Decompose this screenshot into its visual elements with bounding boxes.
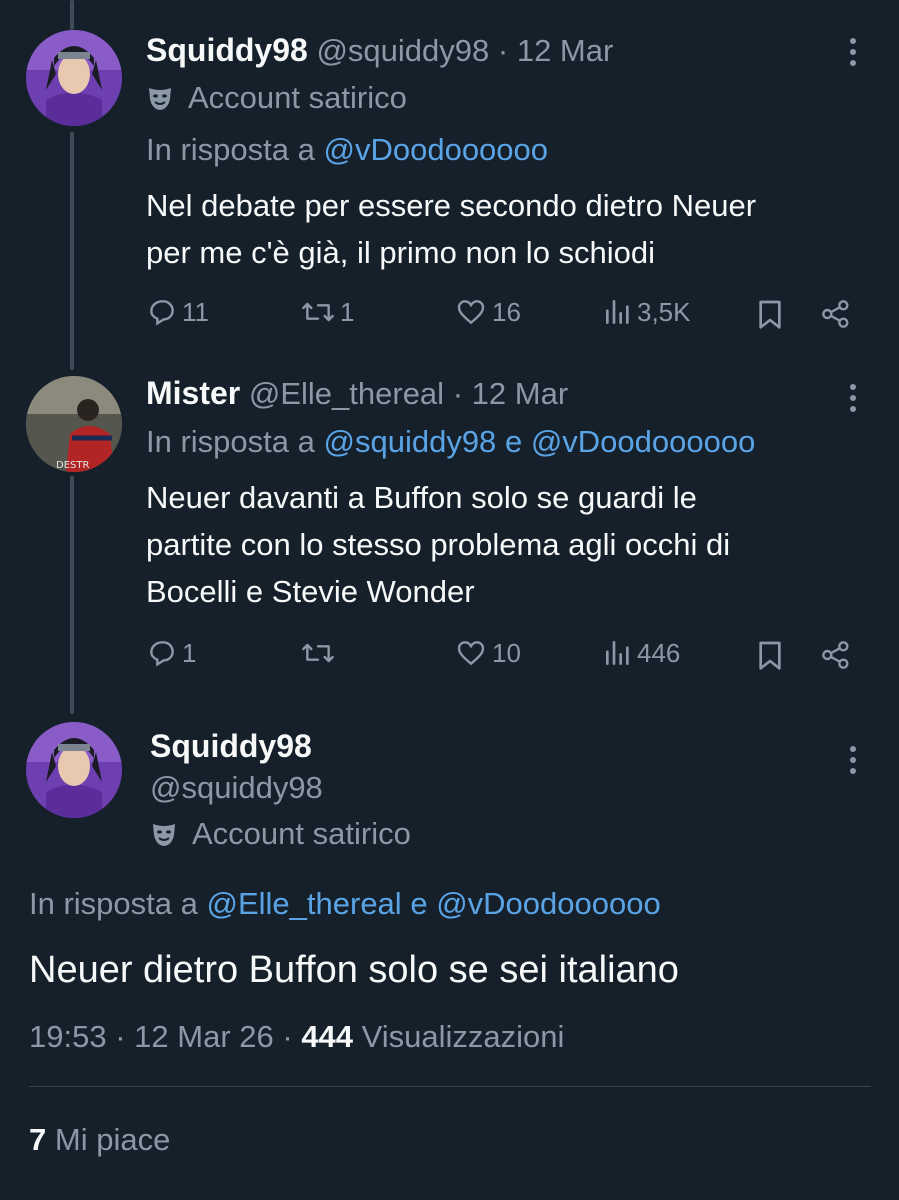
- tweet-1-retweet-button[interactable]: 1: [300, 296, 354, 328]
- avatar-jersey-text: DESTR: [56, 460, 89, 471]
- tweet-2-text-line: partite con lo stesso problema agli occh…: [146, 527, 731, 562]
- main-tweet-time[interactable]: 19:53: [29, 1019, 107, 1054]
- main-tweet-views-label: Visualizzazioni: [361, 1019, 565, 1054]
- tweet-1-date[interactable]: 12 Mar: [517, 33, 613, 68]
- tweet-2-retweet-button[interactable]: [300, 637, 340, 669]
- view-count: 3,5K: [637, 296, 691, 327]
- tweet-1-handle[interactable]: @squiddy98: [316, 33, 489, 68]
- like-count: 16: [492, 296, 521, 327]
- reply-prefix: In risposta a: [29, 886, 198, 921]
- likes-label: Mi piace: [54, 1122, 171, 1157]
- more-vertical-icon: [849, 38, 857, 66]
- tweet-2-like-button[interactable]: 10: [454, 637, 521, 669]
- thread-line-top: [70, 0, 74, 30]
- tweet-1-name[interactable]: Squiddy98: [146, 32, 308, 68]
- tweet-2-handle[interactable]: @Elle_thereal: [249, 376, 444, 411]
- main-tweet-reply-context: In risposta a @Elle_thereal e @vDoodoooo…: [29, 886, 661, 922]
- bookmark-icon: [759, 641, 781, 670]
- main-tweet-text: Neuer dietro Buffon solo se sei italiano: [29, 949, 679, 991]
- retweet-count: 1: [340, 296, 355, 327]
- heart-icon: [457, 641, 485, 666]
- reply-mention[interactable]: @vDoodoooooo: [531, 424, 756, 459]
- reply-and: e: [410, 886, 428, 921]
- theater-mask-icon: [149, 88, 171, 110]
- tweet-1-reply-context: In risposta a @vDoodoooooo: [146, 132, 548, 168]
- reply-prefix: In risposta a: [146, 424, 315, 459]
- avatar-mister[interactable]: DESTR: [26, 376, 122, 472]
- main-tweet-handle[interactable]: @squiddy98: [150, 770, 323, 806]
- reply-count: 11: [182, 296, 209, 327]
- tweet-2-more-button[interactable]: [849, 384, 857, 417]
- meta-sep: ·: [115, 1019, 126, 1054]
- tweet-2-bookmark-button[interactable]: [755, 639, 789, 671]
- likes-count: 7: [29, 1122, 47, 1157]
- theater-mask-icon: [153, 824, 175, 846]
- tweet-2-text-line: Neuer davanti a Buffon solo se guardi le: [146, 480, 697, 515]
- tweet-2-reply-context: In risposta a @squiddy98 e @vDoodoooooo: [146, 424, 755, 460]
- reply-icon: [150, 641, 174, 667]
- more-vertical-icon: [849, 384, 857, 412]
- reply-mention[interactable]: @squiddy98: [324, 424, 497, 459]
- more-vertical-icon: [849, 746, 857, 774]
- avatar-image: DESTR: [26, 376, 122, 472]
- avatar-squiddy98[interactable]: [26, 722, 122, 818]
- main-tweet-name[interactable]: Squiddy98: [150, 728, 312, 765]
- tweet-1-header: Squiddy98 @squiddy98 · 12 Mar: [146, 32, 613, 72]
- tweet-2-reply-button[interactable]: 1: [146, 637, 196, 669]
- main-tweet-badge-label: Account satirico: [192, 816, 411, 851]
- tweet-2-header: Mister @Elle_thereal · 12 Mar: [146, 375, 568, 412]
- like-count: 10: [492, 637, 521, 668]
- tweet-1-text-line: per me c'è già, il primo non lo schiodi: [146, 235, 656, 270]
- tweet-1-bookmark-button[interactable]: [755, 298, 789, 330]
- tweet-1-badge[interactable]: Account satirico: [146, 78, 407, 118]
- main-tweet-likes[interactable]: 7 Mi piace: [29, 1122, 170, 1158]
- tweet-1-badge-label: Account satirico: [188, 80, 407, 115]
- bookmark-icon: [759, 300, 781, 329]
- main-tweet-meta: 19:53 · 12 Mar 26 · 444 Visualizzazioni: [29, 1019, 564, 1055]
- tweet-1-text: Nel debate per essere secondo dietro Neu…: [146, 182, 756, 276]
- retweet-icon: [302, 302, 334, 322]
- reply-prefix: In risposta a: [146, 132, 315, 167]
- analytics-icon: [606, 300, 629, 324]
- retweet-icon: [302, 643, 334, 663]
- main-tweet-more-button[interactable]: [849, 746, 857, 779]
- tweet-1-text-line: Nel debate per essere secondo dietro Neu…: [146, 188, 757, 223]
- tweet-1-reply-button[interactable]: 11: [146, 296, 209, 328]
- reply-mention[interactable]: @vDoodoooooo: [436, 886, 661, 921]
- avatar-image: [26, 30, 122, 126]
- analytics-icon: [606, 641, 629, 665]
- heart-icon: [457, 300, 485, 325]
- tweet-1-sep: ·: [497, 33, 509, 68]
- meta-sep: ·: [282, 1019, 293, 1054]
- tweet-2-sep: ·: [452, 376, 464, 411]
- reply-mention[interactable]: @Elle_thereal: [207, 886, 402, 921]
- tweet-2-share-button[interactable]: [820, 639, 856, 671]
- avatar-image: [26, 722, 122, 818]
- thread-line-2: [70, 476, 74, 714]
- divider: [29, 1086, 871, 1087]
- reply-mention[interactable]: @vDoodoooooo: [324, 132, 549, 167]
- tweet-1-share-button[interactable]: [820, 298, 856, 330]
- tweet-2-date[interactable]: 12 Mar: [472, 376, 568, 411]
- reply-icon: [150, 300, 174, 326]
- share-icon: [822, 641, 849, 669]
- tweet-2-views-button[interactable]: 446: [603, 637, 680, 669]
- tweet-1-like-button[interactable]: 16: [454, 296, 521, 328]
- main-tweet-date[interactable]: 12 Mar 26: [134, 1019, 274, 1054]
- tweet-1-more-button[interactable]: [849, 38, 857, 71]
- main-tweet-badge[interactable]: Account satirico: [150, 814, 411, 854]
- tweet-1-views-button[interactable]: 3,5K: [603, 296, 691, 328]
- tweet-2-text: Neuer davanti a Buffon solo se guardi le…: [146, 474, 730, 615]
- main-tweet-views-count: 444: [301, 1019, 354, 1054]
- reply-and: e: [504, 424, 523, 459]
- avatar-squiddy98[interactable]: [26, 30, 122, 126]
- share-icon: [822, 300, 849, 328]
- tweet-2-name[interactable]: Mister: [146, 375, 240, 411]
- tweet-2-text-line: Bocelli e Stevie Wonder: [146, 574, 475, 609]
- view-count: 446: [637, 637, 681, 668]
- reply-count: 1: [182, 637, 197, 668]
- thread-line-1: [70, 132, 74, 370]
